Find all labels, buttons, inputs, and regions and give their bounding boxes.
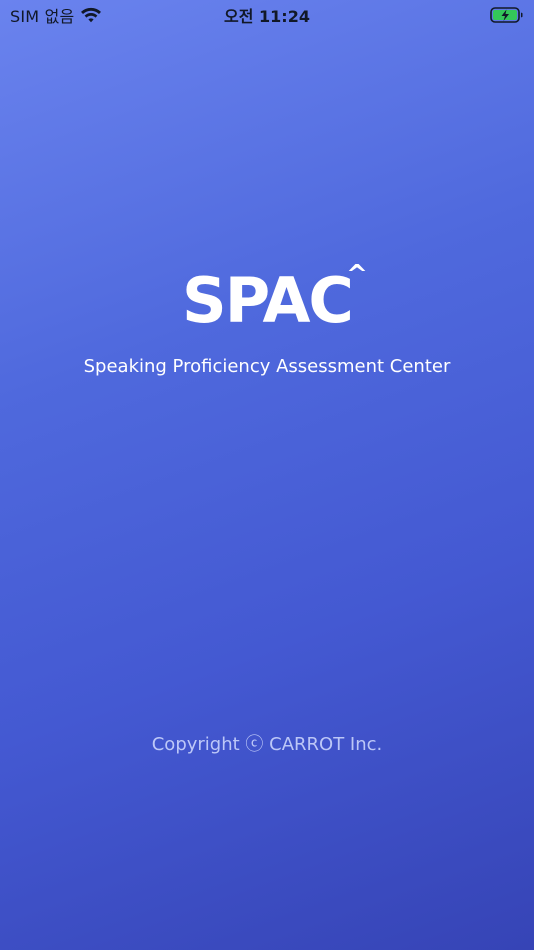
status-right bbox=[490, 5, 524, 25]
logo-caret: ^ bbox=[346, 260, 368, 290]
spac-logo: SPAC ^ bbox=[182, 262, 368, 332]
status-bar: SIM 없음 오전 11:24 bbox=[0, 0, 534, 30]
status-time: 오전 11:24 bbox=[0, 4, 534, 26]
battery-charging-icon bbox=[490, 6, 524, 24]
app-subtitle: Speaking Proficiency Assessment Center bbox=[83, 356, 451, 377]
logo-text: SPAC bbox=[182, 264, 354, 337]
clock-label: 오전 11:24 bbox=[224, 7, 310, 26]
splash-content: SPAC ^ Speaking Proficiency Assessment Ce… bbox=[0, 262, 534, 377]
copyright-text: Copyright ⓒ CARROT Inc. bbox=[151, 734, 383, 755]
